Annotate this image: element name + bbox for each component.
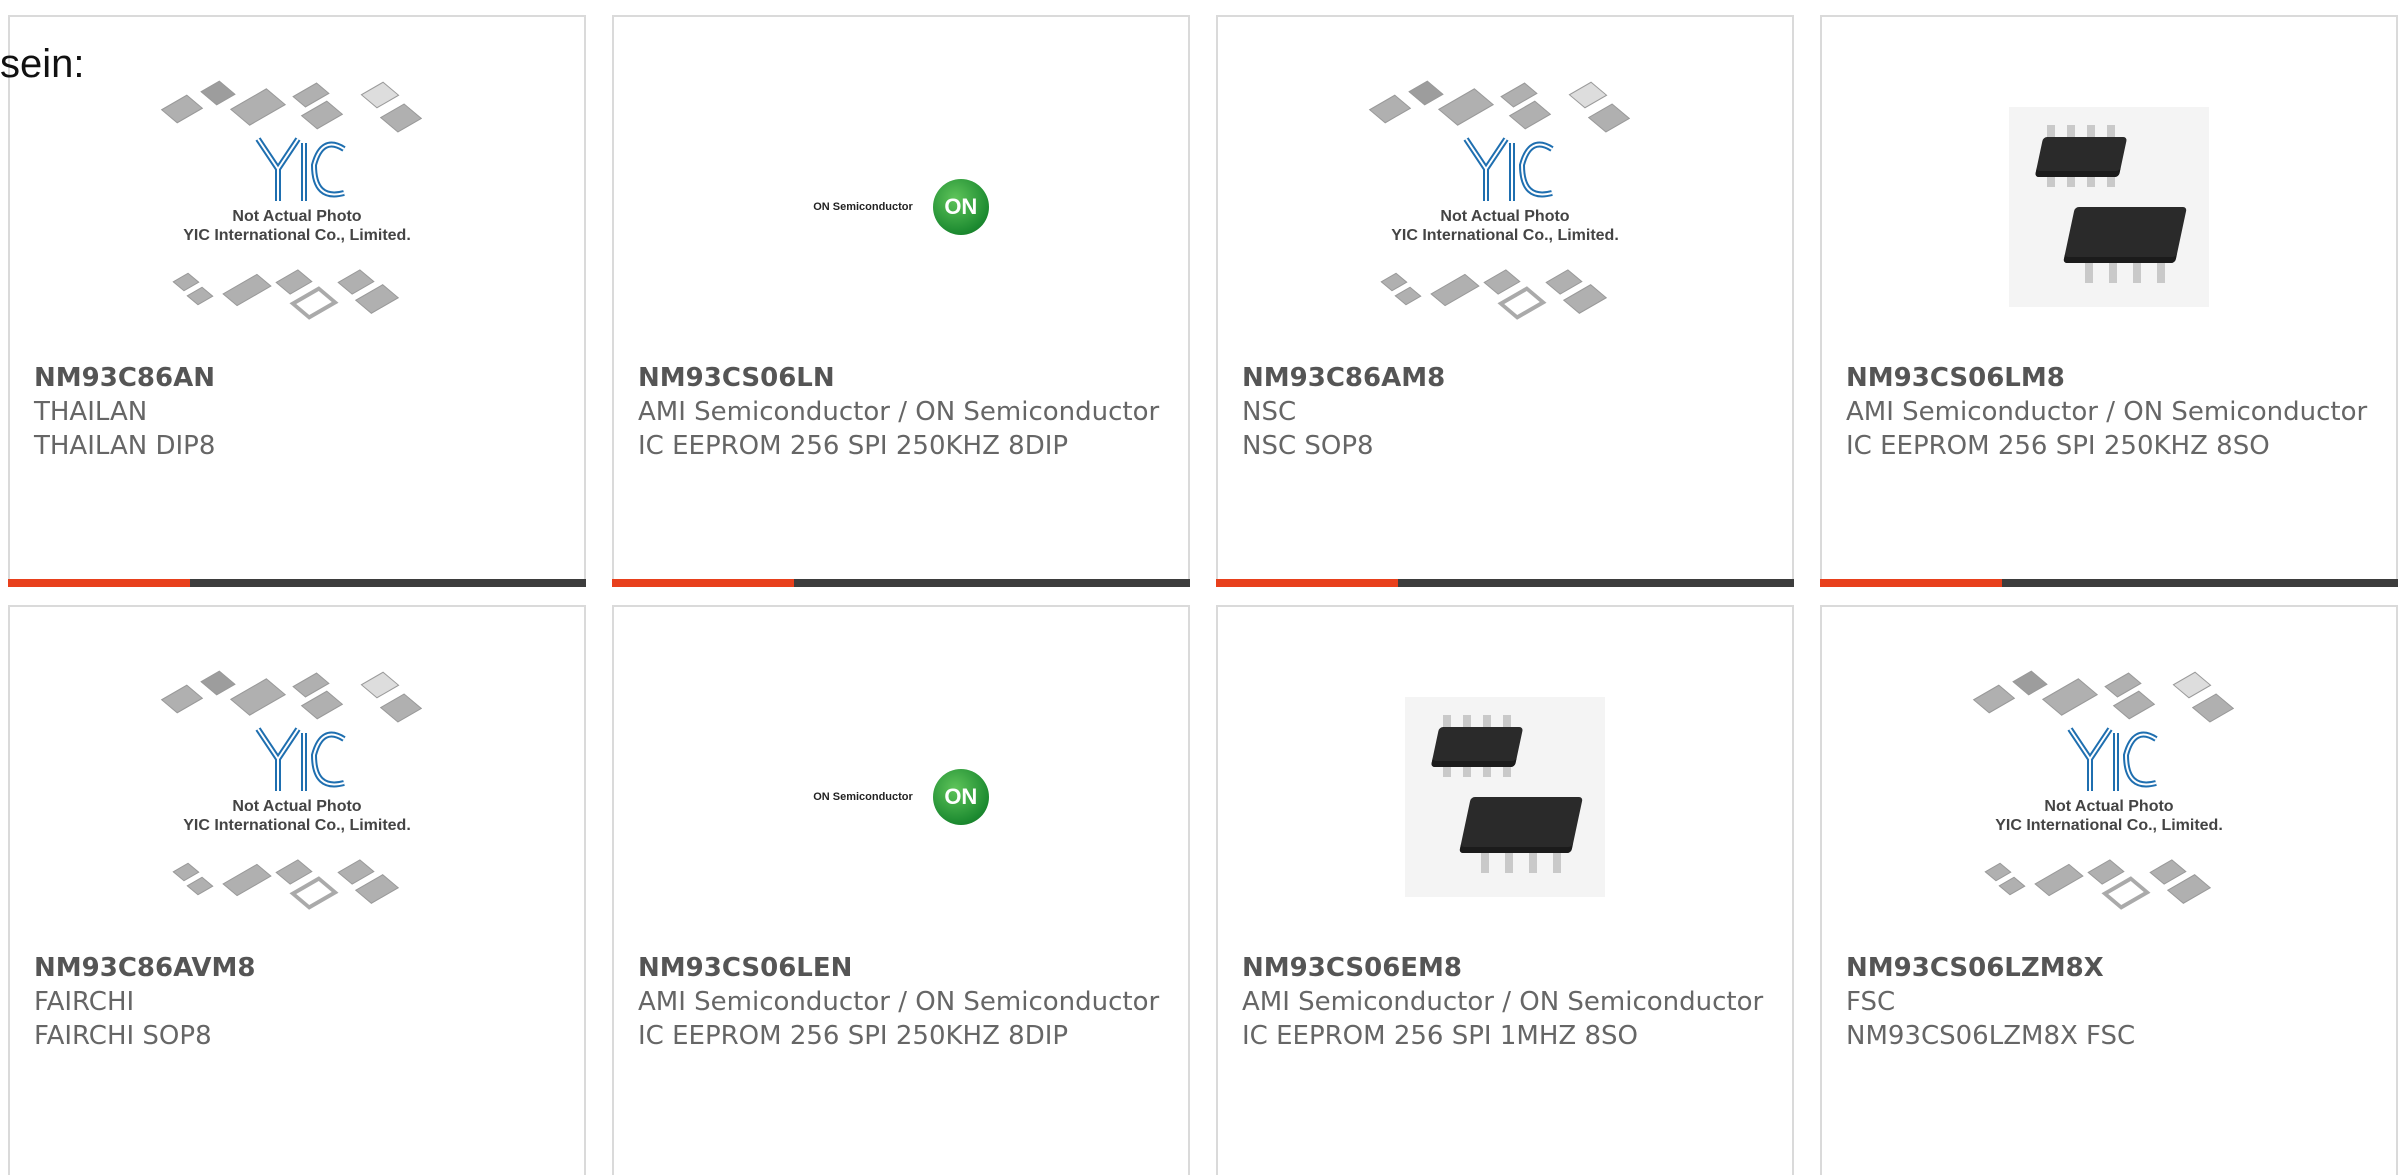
not-actual-photo-image: Not Actual Photo YIC International Co., … [147, 77, 447, 337]
card-bottom-bar [8, 579, 586, 587]
product-image[interactable]: ON Semiconductor ON [614, 647, 1188, 947]
placeholder-line2: YIC International Co., Limited. [1391, 227, 1619, 244]
description: IC EEPROM 256 SPI 1MHZ 8SO [1242, 1021, 1638, 1051]
placeholder-line1: Not Actual Photo [2044, 798, 2174, 815]
product-image[interactable] [1822, 57, 2396, 357]
placeholder-line2: YIC International Co., Limited. [1995, 817, 2223, 834]
description: IC EEPROM 256 SPI 250KHZ 8DIP [638, 1021, 1069, 1051]
manufacturer: NSC [1242, 397, 1297, 427]
product-image[interactable]: ON Semiconductor ON [614, 57, 1188, 357]
sop8-package-photo [2009, 107, 2209, 307]
product-card[interactable]: NM93CS06LM8 AMI Semiconductor / ON Semic… [1820, 15, 2398, 587]
yic-logo-icon [255, 137, 346, 201]
placeholder-line1: Not Actual Photo [232, 208, 362, 225]
part-number-link[interactable]: NM93C86AM8 [1242, 361, 1772, 395]
on-semiconductor-logo: ON Semiconductor ON [813, 179, 989, 235]
part-number-link[interactable]: NM93CS06LEN [638, 951, 1168, 985]
product-info: NM93CS06EM8 AMI Semiconductor / ON Semic… [1242, 951, 1772, 1053]
part-number-link[interactable]: NM93C86AN [34, 361, 564, 395]
product-info: NM93C86AN THAILAN THAILAN DIP8 [34, 361, 564, 463]
product-info: NM93C86AM8 NSC NSC SOP8 [1242, 361, 1772, 463]
part-number-link[interactable]: NM93CS06LN [638, 361, 1168, 395]
placeholder-line1: Not Actual Photo [232, 798, 362, 815]
product-image[interactable]: Not Actual Photo YIC International Co., … [10, 647, 584, 947]
product-image[interactable]: Not Actual Photo YIC International Co., … [10, 57, 584, 357]
manufacturer: THAILAN [34, 397, 148, 427]
on-semiconductor-logo-text: ON Semiconductor [813, 791, 913, 803]
card-bottom-bar [1820, 579, 2398, 587]
description: IC EEPROM 256 SPI 250KHZ 8SO [1846, 431, 2270, 461]
product-card[interactable]: NM93CS06EM8 AMI Semiconductor / ON Semic… [1216, 605, 1794, 1175]
card-accent-bar [1820, 579, 2002, 587]
on-semiconductor-logo: ON Semiconductor ON [813, 769, 989, 825]
manufacturer: AMI Semiconductor / ON Semiconductor [638, 397, 1160, 427]
not-actual-photo-image: Not Actual Photo YIC International Co., … [1959, 667, 2259, 927]
description: NM93CS06LZM8X FSC [1846, 1021, 2136, 1051]
yic-logo-icon [1463, 137, 1554, 201]
placeholder-line2: YIC International Co., Limited. [183, 227, 411, 244]
manufacturer: AMI Semiconductor / ON Semiconductor [1846, 397, 2368, 427]
product-image[interactable]: Not Actual Photo YIC International Co., … [1218, 57, 1792, 357]
placeholder-line2: YIC International Co., Limited. [183, 817, 411, 834]
product-image[interactable]: Not Actual Photo YIC International Co., … [1822, 647, 2396, 947]
sop8-package-photo [1405, 697, 1605, 897]
card-bottom-bar [1216, 579, 1794, 587]
on-logo-mark: ON [932, 179, 989, 235]
description: IC EEPROM 256 SPI 250KHZ 8DIP [638, 431, 1069, 461]
product-info: NM93CS06LZM8X FSC NM93CS06LZM8X FSC [1846, 951, 2376, 1053]
product-card[interactable]: Not Actual Photo YIC International Co., … [8, 605, 586, 1175]
card-accent-bar [8, 579, 190, 587]
description: NSC SOP8 [1242, 431, 1374, 461]
product-card[interactable]: ON Semiconductor ON NM93CS06LN AMI Semic… [612, 15, 1190, 587]
product-card[interactable]: ON Semiconductor ON NM93CS06LEN AMI Semi… [612, 605, 1190, 1175]
manufacturer: FAIRCHI [34, 987, 135, 1017]
product-info: NM93CS06LEN AMI Semiconductor / ON Semic… [638, 951, 1168, 1053]
product-card[interactable]: Not Actual Photo YIC International Co., … [8, 15, 586, 587]
lead-text: sein: [0, 42, 85, 86]
product-info: NM93C86AVM8 FAIRCHI FAIRCHI SOP8 [34, 951, 564, 1053]
manufacturer: FSC [1846, 987, 1896, 1017]
on-logo-mark: ON [932, 769, 989, 825]
placeholder-line1: Not Actual Photo [1440, 208, 1570, 225]
yic-logo-icon [255, 727, 346, 791]
product-info: NM93CS06LM8 AMI Semiconductor / ON Semic… [1846, 361, 2376, 463]
not-actual-photo-image: Not Actual Photo YIC International Co., … [147, 667, 447, 927]
card-accent-bar [612, 579, 794, 587]
manufacturer: AMI Semiconductor / ON Semiconductor [638, 987, 1160, 1017]
not-actual-photo-image: Not Actual Photo YIC International Co., … [1355, 77, 1655, 337]
description: THAILAN DIP8 [34, 431, 216, 461]
manufacturer: AMI Semiconductor / ON Semiconductor [1242, 987, 1764, 1017]
yic-logo-icon [2067, 727, 2158, 791]
card-accent-bar [1216, 579, 1398, 587]
card-bottom-bar [612, 579, 1190, 587]
product-image[interactable] [1218, 647, 1792, 947]
part-number-link[interactable]: NM93CS06EM8 [1242, 951, 1772, 985]
part-number-link[interactable]: NM93CS06LM8 [1846, 361, 2376, 395]
on-semiconductor-logo-text: ON Semiconductor [813, 201, 913, 213]
description: FAIRCHI SOP8 [34, 1021, 212, 1051]
product-card[interactable]: Not Actual Photo YIC International Co., … [1820, 605, 2398, 1175]
product-info: NM93CS06LN AMI Semiconductor / ON Semico… [638, 361, 1168, 463]
part-number-link[interactable]: NM93C86AVM8 [34, 951, 564, 985]
part-number-link[interactable]: NM93CS06LZM8X [1846, 951, 2376, 985]
product-card[interactable]: Not Actual Photo YIC International Co., … [1216, 15, 1794, 587]
